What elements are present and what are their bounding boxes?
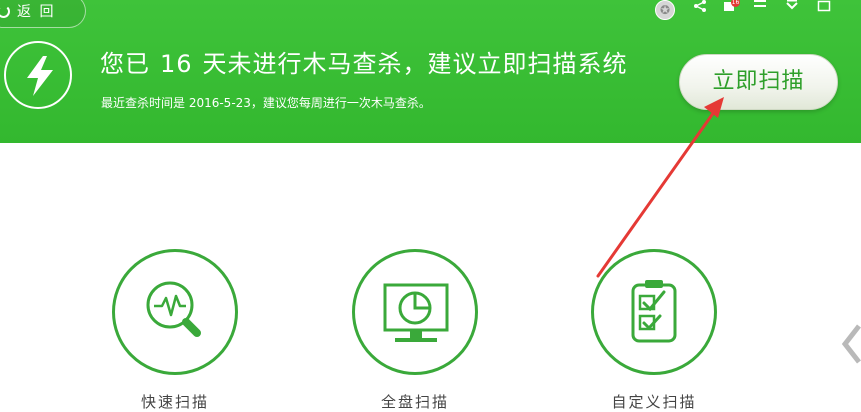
monitor-icon [383,283,449,342]
full-scan-option[interactable] [352,249,478,375]
quick-scan-label: 快速扫描 [140,393,209,411]
full-scan-label: 全盘扫描 [380,393,449,411]
last-scan-info: 最近查杀时间是 2016-5-23，建议您每周进行一次木马查杀。 [101,96,431,110]
share-icon[interactable] [693,0,707,17]
menu-icon[interactable] [753,0,767,17]
back-label: 返 回 [17,4,56,20]
notification-icon[interactable]: 16 [723,0,740,17]
back-button[interactable]: 返 回 [0,0,86,28]
pulse-magnifier-icon [146,281,201,337]
scan-now-button[interactable]: 立即扫描 [679,54,838,110]
notification-badge: 16 [731,0,740,7]
custom-scan-label: 自定义扫描 [611,393,697,411]
chevron-left-icon [841,324,861,364]
header-banner: 返 回 ✪ 16 您已 16 天未进行木马查杀，建议立即扫描系统 最近查杀时间是 2… [0,0,861,143]
checklist-icon [631,280,677,343]
quick-scan-option[interactable] [112,249,238,375]
days-count: 16 [160,50,193,78]
skin-icon[interactable]: ✪ [655,0,675,20]
maximize-icon[interactable] [817,0,831,17]
bolt-icon [4,41,72,109]
headline-prefix: 您已 [100,50,150,78]
headline-suffix: 天未进行木马查杀，建议立即扫描系统 [202,50,628,78]
next-page-arrow[interactable] [840,322,861,366]
back-icon [0,5,10,18]
headline: 您已 16 天未进行木马查杀，建议立即扫描系统 [100,44,628,79]
minimize-icon[interactable] [785,0,799,17]
custom-scan-option[interactable] [591,249,717,375]
